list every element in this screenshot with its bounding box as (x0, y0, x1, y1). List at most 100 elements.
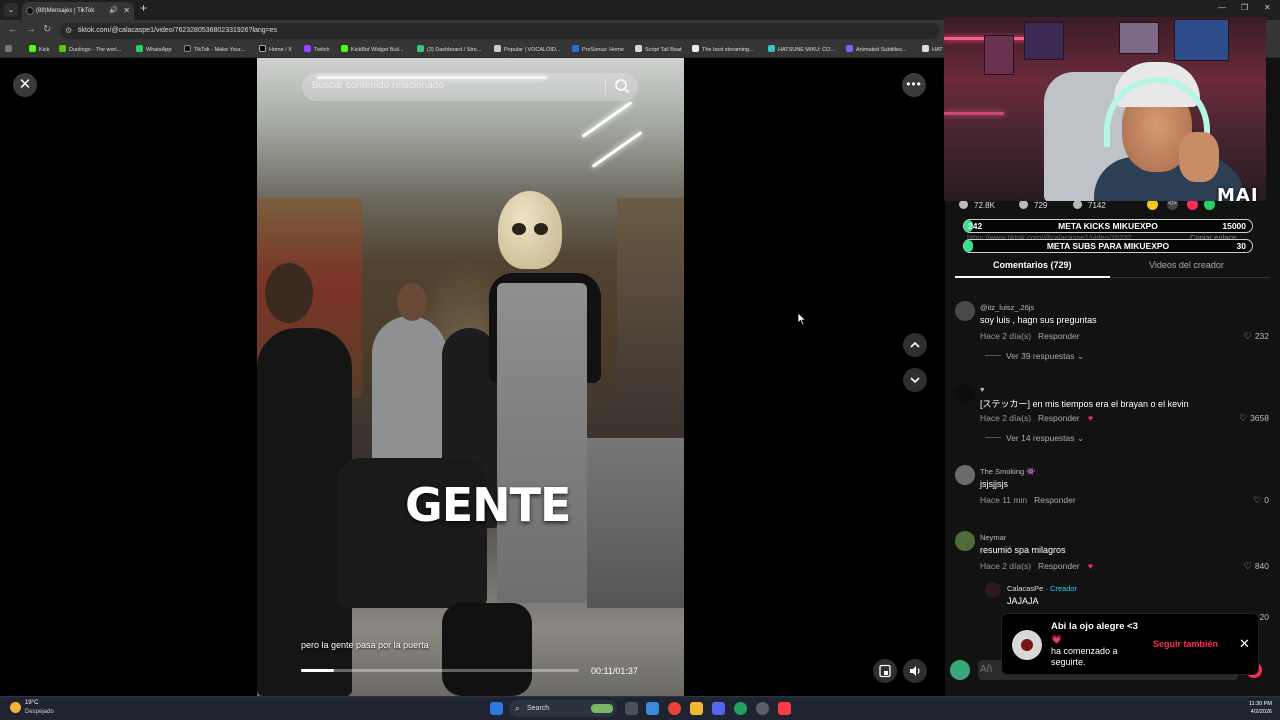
maximize-icon[interactable]: ❐ (1241, 3, 1248, 12)
widgets-icon[interactable] (646, 702, 659, 715)
creator-liked-icon: ♥ (1088, 413, 1094, 423)
reload-icon[interactable]: ↻ (43, 24, 51, 35)
follow-back-button[interactable]: Seguir también (1153, 639, 1218, 649)
view-replies-button[interactable]: Ver 14 respuestas ⌄ (985, 433, 1084, 444)
bookmark-item[interactable]: Kick (29, 45, 49, 55)
heart-outline-icon: ♡ (1243, 331, 1252, 341)
browser-icon[interactable] (734, 702, 747, 715)
like-stat[interactable]: 72.8K (959, 200, 995, 210)
search-icon[interactable] (612, 76, 632, 96)
comment-like-button[interactable]: ♡ 840 (1244, 561, 1269, 572)
bookmark-item[interactable]: Script Tail Beat (635, 45, 682, 55)
avatar[interactable] (1012, 630, 1042, 660)
comment-like-button[interactable]: 20 (1260, 612, 1269, 622)
comment-like-button[interactable]: ♡ 0 (1253, 495, 1269, 506)
start-icon[interactable] (490, 702, 503, 715)
close-video-button[interactable]: ✕ (13, 73, 37, 97)
previous-video-button[interactable] (903, 333, 927, 357)
volume-button[interactable] (903, 659, 927, 683)
reply-button[interactable]: Responder (1038, 331, 1080, 341)
screen: ⌄ (88)Mensajes | TikTok 🔊 ✕ + — ❐ ✕ ← → … (0, 0, 1280, 720)
close-icon[interactable]: ✕ (1239, 636, 1250, 652)
comment-like-button[interactable]: ♡ 3658 (1239, 413, 1269, 424)
more-options-button[interactable]: ••• (902, 73, 926, 97)
tab-audio-icon[interactable]: 🔊 (109, 2, 118, 20)
bookmark-item[interactable]: The best streaming... (692, 45, 754, 55)
bookmark-item[interactable]: TikTok - Make Your... (184, 45, 245, 55)
view-replies-button[interactable]: Ver 39 respuestas ⌄ (985, 351, 1084, 362)
next-video-button[interactable] (903, 368, 927, 392)
heart-outline-icon: ♡ (1239, 413, 1248, 423)
taskbar-search[interactable]: ⌕ Search (509, 700, 617, 717)
chevron-down-icon: ⌄ (1076, 433, 1085, 443)
avatar[interactable] (955, 383, 975, 403)
tab-list-button[interactable]: ⌄ (4, 3, 18, 17)
comment-username[interactable]: ♥ (980, 385, 984, 394)
reply-button[interactable]: Responder (1038, 413, 1080, 423)
comment-username[interactable]: CalacasPe (1007, 584, 1043, 593)
tab-creator-videos[interactable]: Videos del creador (1149, 260, 1224, 270)
comment-like-button[interactable]: ♡ 232 (1244, 331, 1269, 342)
goal-label: META KICKS MIKUEXPO (1058, 221, 1158, 231)
video-progress-bar[interactable] (301, 669, 579, 672)
avatar[interactable] (955, 531, 975, 551)
file-explorer-icon[interactable] (690, 702, 703, 715)
comment-stat[interactable]: 729 (1019, 200, 1047, 210)
goal-bar-kicks: 242 META KICKS MIKUEXPO 15000 (963, 219, 1253, 233)
system-clock[interactable]: 11:30 PM 4/2/2026 (1238, 700, 1272, 716)
site-info-icon[interactable]: ⚙ (65, 23, 72, 39)
minimize-icon[interactable]: — (1218, 3, 1226, 12)
bookmark-item[interactable]: Popular | VOCALOID... (494, 45, 560, 55)
avatar[interactable] (955, 465, 975, 485)
video-overlay-word: GENTE (405, 478, 571, 532)
avatar[interactable] (985, 582, 1001, 598)
bookmark-item[interactable]: HATSUNE MIKU: CO... (768, 45, 835, 55)
browser-tab-tiktok[interactable]: (88)Mensajes | TikTok 🔊 ✕ (22, 2, 134, 20)
avatar (950, 660, 970, 680)
address-bar[interactable]: ⚙ tiktok.com/@calacaspe1/video/762328053… (60, 23, 940, 39)
comment-username[interactable]: Neymar (980, 533, 1006, 542)
avatar[interactable] (955, 301, 975, 321)
settings-icon[interactable] (756, 702, 769, 715)
chrome-icon[interactable] (668, 702, 681, 715)
tab-title: (88)Mensajes | TikTok (36, 8, 95, 14)
bookmark-item[interactable]: WhatsApp (136, 45, 171, 55)
comment-username[interactable]: @itz_luisz_.26​js (980, 303, 1034, 312)
bookmark-item[interactable]: (3) Dashboard / Stre... (417, 45, 481, 55)
video-player[interactable]: Buscar contenido relacionado GENTE pero … (257, 58, 684, 696)
heart-icon: 💗 (1051, 634, 1063, 644)
window-close-icon[interactable]: ✕ (1264, 3, 1271, 12)
task-view-icon[interactable] (625, 702, 638, 715)
related-search-bar[interactable]: Buscar contenido relacionado (302, 73, 638, 101)
heart-icon (959, 200, 968, 209)
tiktok-favicon-icon (26, 7, 34, 15)
comment-username[interactable]: The Smoking 👾 (980, 467, 1036, 476)
bookmark-item[interactable]: Animated Subtitles... (846, 45, 906, 55)
reply-button[interactable]: Responder (1038, 561, 1080, 571)
bookmark-item[interactable]: HAT (922, 45, 943, 55)
new-tab-button[interactable]: + (140, 1, 147, 15)
bookmark-item[interactable]: Home / X (259, 45, 292, 55)
back-icon[interactable]: ← (8, 24, 18, 35)
comment-text: jsjsjjsjs (980, 479, 1008, 489)
heart-outline-icon: ♡ (1243, 561, 1252, 571)
bookmark-item[interactable]: KickBot Widget Buil... (341, 45, 404, 55)
bookmark-item[interactable]: PreSonus: Home (572, 45, 624, 55)
tab-comments[interactable]: Comentarios (729) (993, 260, 1072, 270)
picture-in-picture-button[interactable] (873, 659, 897, 683)
bookmark-item[interactable]: Twitch (304, 45, 330, 55)
comment-time: Hace 11 min (980, 495, 1028, 505)
reply-button[interactable]: Responder (1034, 495, 1076, 505)
tab-close-icon[interactable]: ✕ (123, 2, 130, 20)
discord-icon[interactable] (712, 702, 725, 715)
apps-grid-icon[interactable] (5, 45, 15, 55)
bookmark-item[interactable]: Duolingo - The worl... (59, 45, 121, 55)
moon-icon (10, 702, 21, 713)
chevron-up-icon (910, 341, 920, 348)
video-time: 00:11/01:37 (591, 666, 638, 676)
music-icon[interactable] (778, 702, 791, 715)
forward-icon[interactable]: → (26, 24, 36, 35)
save-stat[interactable]: 7142 (1073, 200, 1106, 210)
weather-desc: Despejado (25, 709, 54, 715)
comment-text: JAJAJA (1007, 596, 1039, 606)
